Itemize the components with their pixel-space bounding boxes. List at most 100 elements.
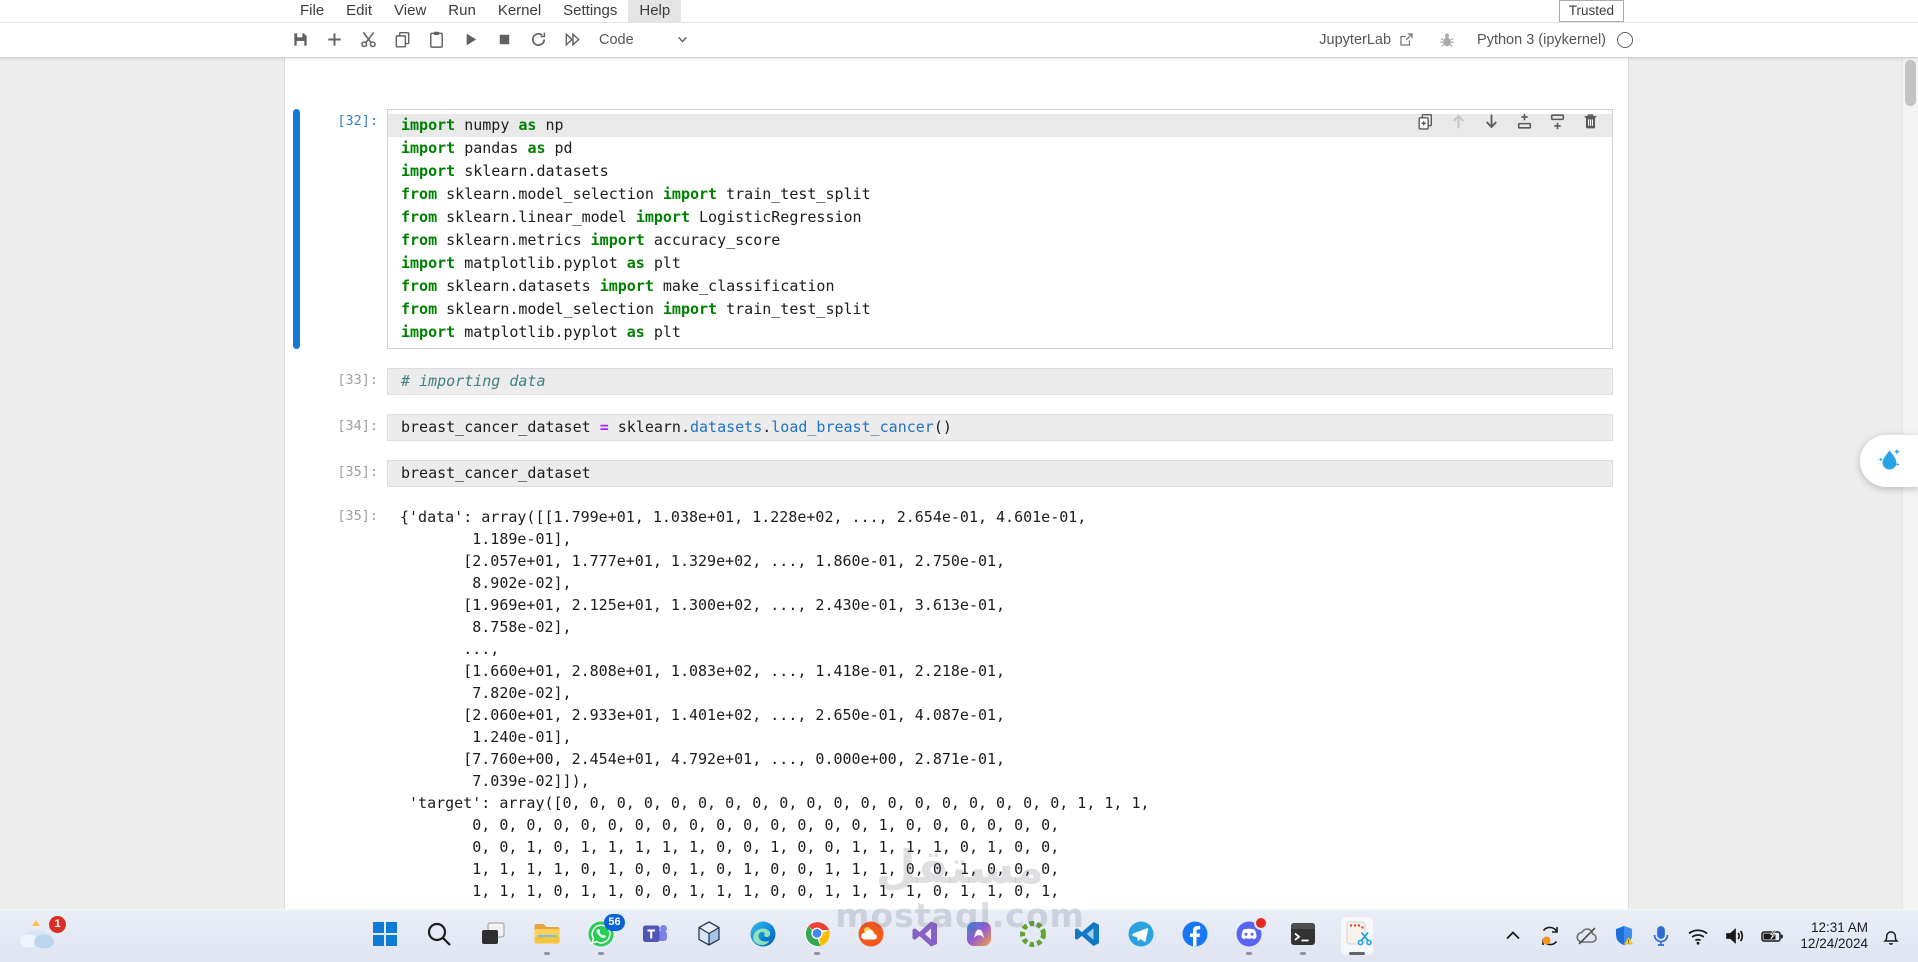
kernel-name[interactable]: Python 3 (ipykernel) — [1477, 32, 1606, 48]
tray-sync-icon[interactable] — [1538, 924, 1562, 948]
cell-editor[interactable]: import numpy as np import pandas as pd imp… — [387, 109, 1613, 349]
cell-collapser[interactable] — [293, 109, 300, 349]
edge-button[interactable] — [746, 916, 780, 956]
paste-cells-button[interactable] — [426, 29, 447, 50]
save-button[interactable] — [290, 29, 311, 50]
discord-button[interactable] — [1232, 916, 1268, 956]
restart-kernel-button[interactable] — [528, 29, 549, 50]
output-collapser[interactable] — [293, 506, 300, 902]
weather-app-button[interactable] — [854, 916, 888, 956]
taskbar-apps: 56 — [368, 914, 1374, 956]
cell-list: [32]: import numpy as np import pandas as … — [285, 57, 1628, 487]
terminal-button[interactable] — [1286, 916, 1320, 956]
code-cell: [35]: breast_cancer_dataset — [285, 460, 1628, 487]
kernel-status-icon — [1617, 31, 1633, 48]
move-cell-up-button[interactable] — [1449, 112, 1468, 131]
notebook-toolbar: Code JupyterLab Python 3 (ipykernel) — [0, 22, 1918, 58]
running-indicator — [814, 952, 820, 955]
delete-cell-button[interactable] — [1581, 112, 1600, 131]
code-cell: [32]: import numpy as np import pandas as … — [285, 109, 1628, 349]
cell-toolbar — [1416, 112, 1600, 131]
insert-cell-above-button[interactable] — [1515, 112, 1534, 131]
cell-editor[interactable]: # importing data — [387, 368, 1613, 395]
assistant-pill[interactable] — [1860, 435, 1918, 487]
main-content: [32]: import numpy as np import pandas as … — [0, 57, 1918, 910]
input-prompt: [34]: — [337, 418, 378, 434]
scrollbar-thumb[interactable] — [1905, 60, 1916, 106]
code-line: from sklearn.metrics import accuracy_sco… — [401, 231, 781, 249]
tray-security-icon[interactable] — [1612, 924, 1636, 948]
cell-type-value: Code — [599, 31, 634, 48]
output-text: {'data': array([[1.799e+01, 1.038e+01, 1… — [400, 508, 1150, 900]
code-line: import matplotlib.pyplot as plt — [401, 323, 681, 341]
restart-run-all-button[interactable] — [562, 29, 583, 50]
running-indicator — [1246, 952, 1252, 955]
menu-file[interactable]: File — [289, 0, 335, 22]
cell-editor[interactable]: breast_cancer_dataset — [387, 460, 1613, 487]
cut-cells-button[interactable] — [358, 29, 379, 50]
duplicate-cell-button[interactable] — [1416, 112, 1435, 131]
input-prompt: [35]: — [337, 464, 378, 480]
insert-cell-button[interactable] — [324, 29, 345, 50]
facebook-button[interactable] — [1178, 916, 1212, 956]
start-button[interactable] — [368, 916, 402, 956]
move-cell-down-button[interactable] — [1482, 112, 1501, 131]
code-line: import pandas as pd — [401, 139, 573, 157]
code-line: breast_cancer_dataset — [401, 464, 591, 482]
file-explorer-button[interactable] — [530, 916, 564, 956]
clock-date: 12/24/2024 — [1800, 936, 1868, 951]
teams-button[interactable] — [638, 916, 672, 956]
vscode-button[interactable] — [1070, 916, 1104, 956]
interrupt-kernel-button[interactable] — [494, 29, 515, 50]
output-prompt: [35]: — [337, 508, 378, 524]
jupyterlab-link[interactable]: JupyterLab — [1319, 32, 1391, 48]
chrome-button[interactable] — [800, 916, 834, 956]
notifications-bell-icon[interactable] — [1880, 925, 1902, 947]
menu-settings[interactable]: Settings — [552, 0, 628, 22]
code-line: from sklearn.linear_model import Logisti… — [401, 208, 862, 226]
run-cell-button[interactable] — [460, 29, 481, 50]
weather-widget[interactable]: 1 — [16, 916, 68, 958]
external-link-icon[interactable] — [1398, 31, 1415, 48]
telegram-button[interactable] — [1124, 916, 1158, 956]
snipping-tool-button[interactable] — [1340, 916, 1374, 956]
menu-kernel[interactable]: Kernel — [487, 0, 552, 22]
search-button[interactable] — [422, 916, 456, 956]
copy-cells-button[interactable] — [392, 29, 413, 50]
clock-time: 12:31 AM — [1810, 920, 1868, 935]
tray-expand-button[interactable] — [1501, 924, 1525, 948]
whatsapp-button[interactable]: 56 — [584, 914, 625, 956]
cell-type-dropdown[interactable]: Code — [599, 31, 691, 48]
insert-cell-below-button[interactable] — [1548, 112, 1567, 131]
green-ring-app-button[interactable] — [1016, 916, 1050, 956]
menu-view[interactable]: View — [383, 0, 437, 22]
visual-studio-button[interactable] — [908, 916, 942, 956]
system-tray: 12:31 AM 12/24/2024 — [1501, 910, 1902, 962]
menu-bar: File Edit View Run Kernel Settings Help Truste… — [0, 0, 1918, 23]
menu-run[interactable]: Run — [437, 0, 487, 22]
cell-collapser[interactable] — [293, 414, 300, 441]
cell-collapser[interactable] — [293, 460, 300, 487]
tray-volume-icon[interactable] — [1723, 924, 1747, 948]
tray-microphone-icon[interactable] — [1649, 924, 1673, 948]
cell-editor[interactable]: breast_cancer_dataset = sklearn.datasets… — [387, 414, 1613, 441]
code-line: # importing data — [401, 372, 546, 390]
tray-battery-icon[interactable] — [1760, 924, 1784, 948]
cell-collapser[interactable] — [293, 368, 300, 395]
3d-box-app-button[interactable] — [692, 916, 726, 956]
notebook-panel: [32]: import numpy as np import pandas as … — [284, 57, 1629, 910]
taskbar: 1 56 12:31 AM 12/24/2024 — [0, 909, 1918, 962]
input-prompt: [33]: — [337, 372, 378, 388]
trusted-badge[interactable]: Trusted — [1558, 0, 1624, 22]
tray-wifi-icon[interactable] — [1686, 924, 1710, 948]
copilot-button[interactable] — [962, 916, 996, 956]
task-view-button[interactable] — [476, 916, 510, 956]
menu-items: File Edit View Run Kernel Settings Help — [289, 0, 682, 22]
menu-help[interactable]: Help — [628, 0, 682, 22]
menu-edit[interactable]: Edit — [335, 0, 383, 22]
taskbar-clock[interactable]: 12:31 AM 12/24/2024 — [1800, 920, 1868, 952]
code-line: from sklearn.model_selection import trai… — [401, 300, 871, 318]
code-line: from sklearn.datasets import make_classi… — [401, 277, 835, 295]
tray-onedrive-icon[interactable] — [1575, 924, 1599, 948]
debugger-bug-icon[interactable] — [1438, 31, 1456, 49]
